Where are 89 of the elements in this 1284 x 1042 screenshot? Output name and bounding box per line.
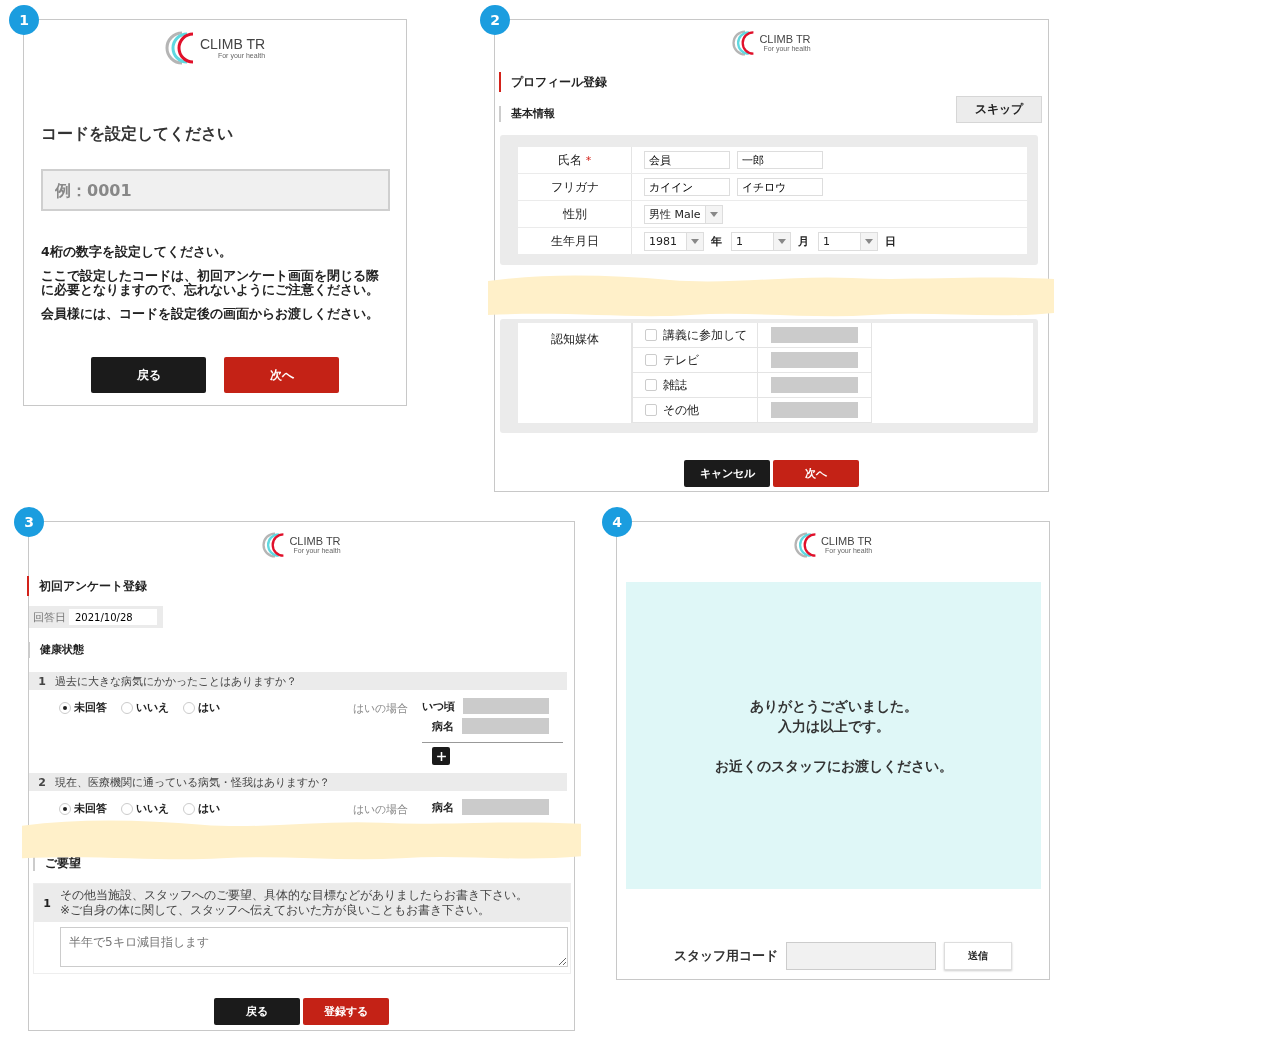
request-textarea[interactable]: 半年で5キロ減目指します [60,927,568,967]
question-text: ※ご自身の体に関して、スタッフへ伝えておいた方が良いこともお書き下さい。 [60,903,492,918]
text-field[interactable]: 会員 [644,151,730,169]
step-badge: 2 [480,5,510,35]
option-label: 講義に参加して [663,326,747,344]
select-field[interactable]: 1 [731,231,791,251]
select-field[interactable]: 1 [818,231,878,251]
caret-icon [778,238,786,244]
date-unit: 日 [885,233,896,249]
select-field[interactable]: 男性 Male [644,204,723,224]
date-unit: 月 [798,233,809,249]
field-label: 生年月日 [550,232,599,250]
instruction-text: 会員様には、コードを設定後の画面からお渡しください。 [41,307,380,321]
checkbox[interactable] [645,379,657,391]
back-button[interactable]: キャンセル [684,460,770,487]
skip-button[interactable]: スキップ [956,96,1042,123]
question-number: 1 [37,674,47,688]
text-field[interactable] [462,718,549,734]
caret-icon [691,238,699,244]
code-input-field[interactable]: 例：0001 [41,169,390,211]
option-label: テレビ [663,351,699,369]
submit-button[interactable]: 送信 [944,942,1012,970]
field-label: 性別 [562,205,587,223]
text-field[interactable] [771,402,858,418]
message-text: 入力は以上です。 [777,716,890,736]
option-label: はい [198,801,220,816]
text-field[interactable] [771,377,858,393]
next-button[interactable]: 次へ [773,460,859,487]
option-label: その他 [663,401,699,419]
question-text: 過去に大きな病気にかかったことはありますか？ [55,673,297,689]
caret-icon [865,238,873,244]
required-mark: * [585,153,592,167]
back-button[interactable]: 戻る [91,357,206,393]
condition-label: はいの場合 [353,701,408,716]
text-field[interactable] [463,698,549,714]
field-label: フリガナ [550,178,599,196]
page-title: プロフィール登録 [499,72,607,92]
message-text: お近くのスタッフにお渡しください。 [714,756,953,776]
logo-text: CLIMB TR [820,535,873,547]
date-label: 回答日 [33,609,66,625]
option-label: 未回答 [74,801,107,816]
staff-code-label: スタッフ用コード [674,947,778,965]
staff-code-field[interactable] [786,942,936,970]
text-field[interactable] [462,799,549,815]
message-text: ありがとうございました。 [749,696,918,716]
text-field[interactable]: イチロウ [737,178,823,196]
section-title: 基本情報 [499,106,607,122]
page-heading: コードを設定してください [41,124,234,145]
plus-icon [435,750,447,762]
text-field[interactable] [771,327,858,343]
text-field[interactable]: カイイン [644,178,730,196]
step-badge: 4 [602,507,632,537]
text-field[interactable]: 一郎 [737,151,823,169]
checkbox[interactable] [645,354,657,366]
logo-text: CLIMB TR [199,36,266,52]
step-badge: 1 [9,5,39,35]
caret-icon [709,211,718,217]
option-label: はい [198,700,220,715]
page-title: 初回アンケート登録 [27,576,574,596]
add-button[interactable] [432,747,450,765]
logo-text: CLIMB TR [289,535,341,547]
text-field[interactable] [771,352,858,368]
field-label: 病名 [432,799,454,815]
option-label: いいえ [136,700,169,715]
date-unit: 年 [711,233,722,249]
question-number: 1 [42,896,52,910]
section-title: 健康状態 [28,642,574,658]
field-label: 病名 [432,718,454,734]
checkbox[interactable] [645,404,657,416]
condition-label: はいの場合 [353,802,408,817]
field-label: 認知媒体 [550,331,599,348]
instruction-text: ここで設定したコードは、初回アンケート画面を閉じる際に必要となりますので、忘れないようにご注意ください。 [41,269,380,297]
back-button[interactable]: 戻る [214,998,300,1025]
next-button[interactable]: 次へ [224,357,339,393]
question-number: 2 [37,775,47,789]
question-text: その他当施設、スタッフへのご要望、具体的な目標などがありましたらお書き下さい。 [60,888,528,903]
checkbox[interactable] [645,329,657,341]
option-label: いいえ [136,801,169,816]
field-label: いつ頃 [422,698,455,714]
option-label: 未回答 [74,700,107,715]
logo-text: CLIMB TR [759,33,811,45]
select-field[interactable]: 1981 [644,231,704,251]
next-button[interactable]: 登録する [303,998,389,1025]
date-field[interactable]: 2021/10/28 [69,609,157,625]
instruction-text: 4桁の数字を設定してください。 [41,245,233,259]
option-label: 雑誌 [663,376,687,394]
question-text: 現在、医療機関に通っている病気・怪我はありますか？ [55,774,330,790]
step-badge: 3 [14,507,44,537]
field-label: 氏名 [557,151,582,169]
